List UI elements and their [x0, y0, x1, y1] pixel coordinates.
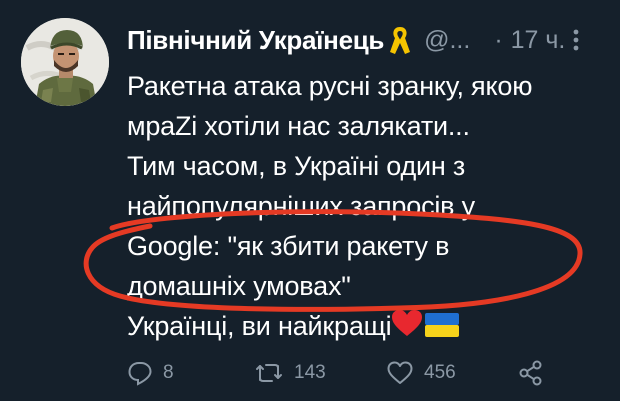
user-handle[interactable]: @...: [424, 26, 470, 55]
avatar[interactable]: [21, 18, 109, 106]
tweet-header: Північний Українець @... · 17 ч.: [127, 18, 607, 62]
tweet-line: домашніх умовах": [127, 271, 351, 301]
tweet-line-last: Українці, ви найкращі: [127, 306, 612, 346]
like-button[interactable]: 456: [386, 356, 456, 390]
tweet-line: Google: "як збити ракету в: [127, 231, 450, 261]
tweet-line: мраZі хотіли нас залякати...: [127, 111, 470, 141]
retweet-icon: [254, 360, 284, 386]
share-icon: [517, 359, 545, 387]
tweet-line: найпопулярніших запросів у: [127, 191, 475, 221]
like-count: 456: [424, 362, 456, 383]
like-heart-icon: [386, 360, 414, 386]
timestamp[interactable]: 17 ч.: [511, 26, 566, 55]
tweet-line: Ракетна атака русні зранку, якою: [127, 71, 533, 101]
soldier-avatar-image: [21, 18, 109, 106]
ukraine-flag-icon: [425, 308, 460, 348]
more-options-icon[interactable]: [573, 28, 579, 52]
share-button[interactable]: [517, 356, 545, 390]
tweet-actions: 8 143 456: [127, 356, 597, 390]
retweet-button[interactable]: 143: [254, 356, 326, 390]
tweet-card: Північний Українець @... · 17 ч. Ракетна…: [0, 0, 620, 401]
yellow-ribbon-icon: [388, 24, 412, 56]
tweet-text: Ракетна атака русні зранку, якою мраZі х…: [127, 66, 612, 346]
tweet-line: Тим часом, в Україні один з: [127, 151, 466, 181]
tweet-line-text: Українці, ви найкращі: [127, 311, 392, 341]
reply-count: 8: [163, 362, 174, 383]
reply-button[interactable]: 8: [127, 356, 174, 390]
red-heart-icon: [391, 308, 423, 348]
separator-dot: ·: [494, 25, 503, 54]
display-name[interactable]: Північний Українець: [127, 25, 384, 56]
retweet-count: 143: [294, 362, 326, 383]
reply-icon: [127, 360, 153, 386]
